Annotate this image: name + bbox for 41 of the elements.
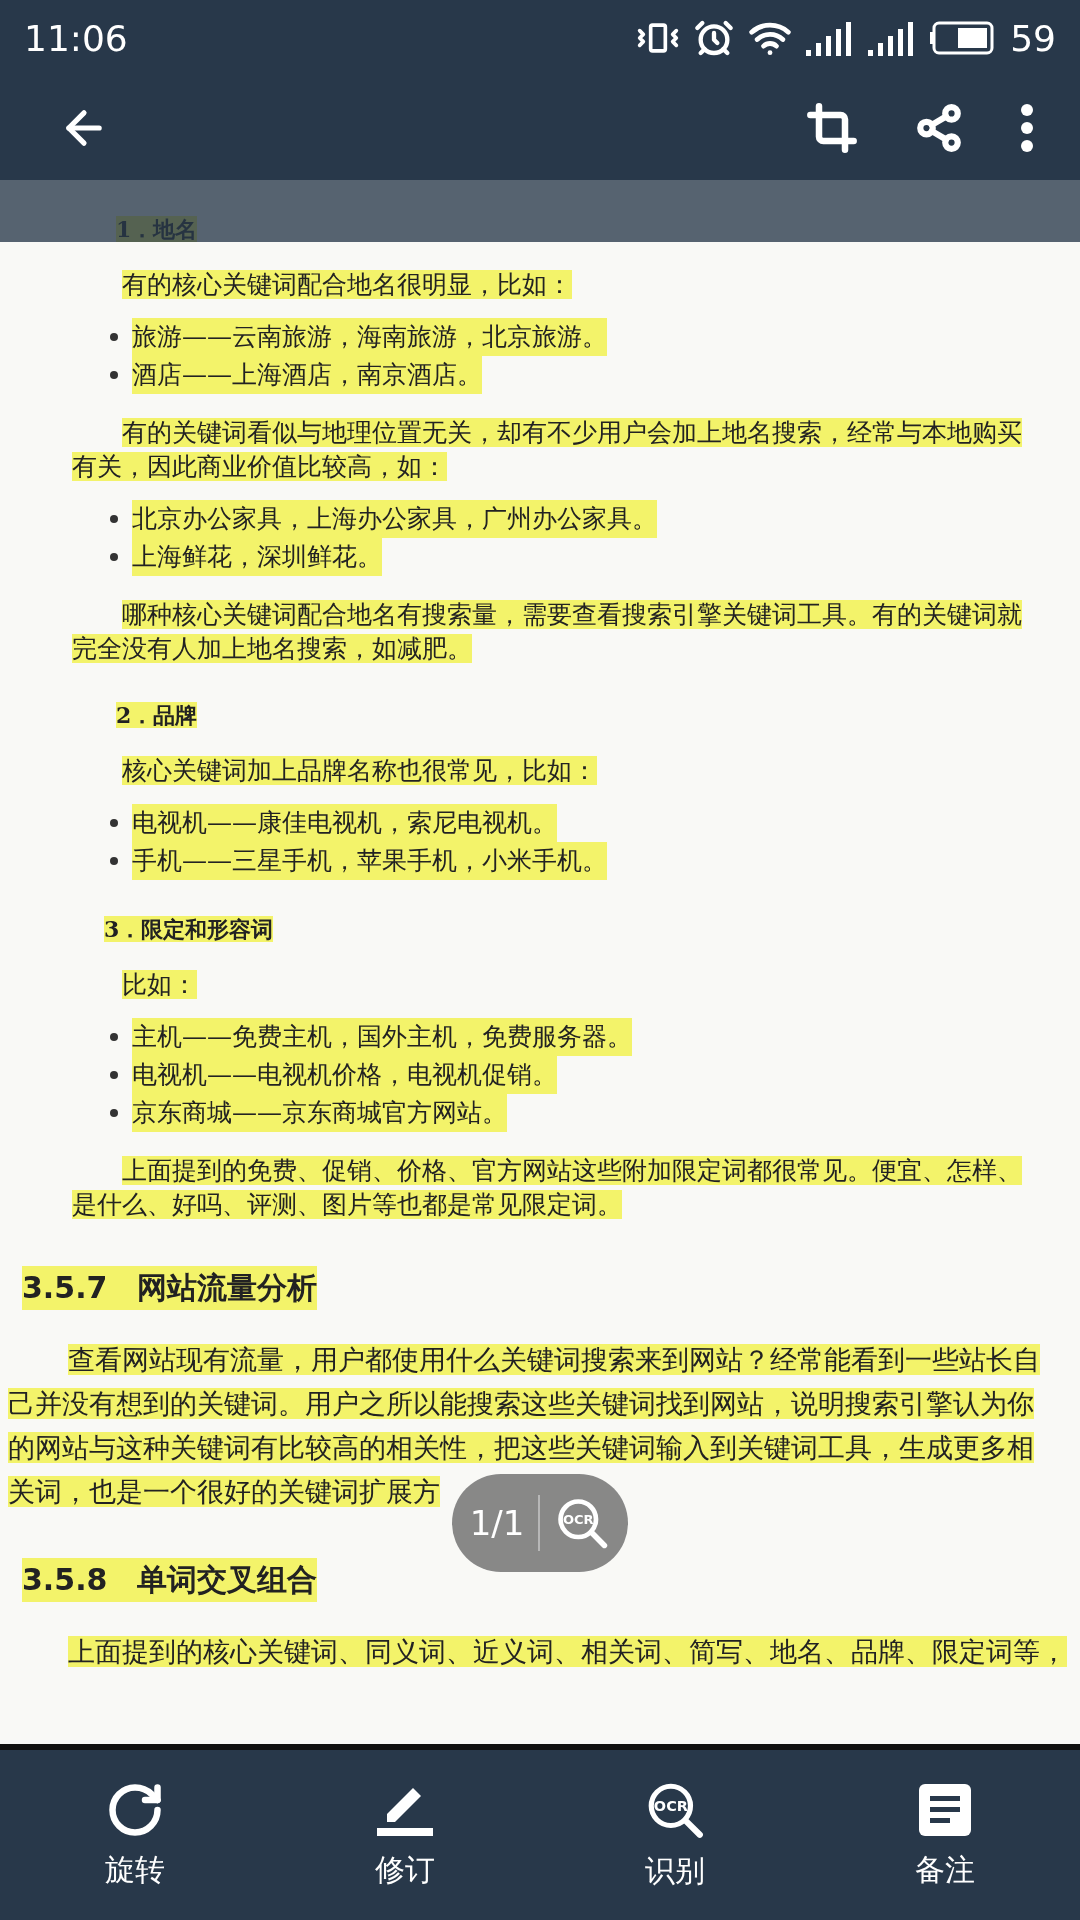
share-icon xyxy=(914,103,964,153)
list-item: 京东商城——京东商城官方网站。 xyxy=(132,1094,507,1132)
bullet-icon xyxy=(110,1033,118,1041)
more-icon xyxy=(1020,103,1034,153)
bullet-icon xyxy=(110,1109,118,1117)
paragraph: 比如： xyxy=(121,969,198,1001)
list-item: 电视机——电视机价格，电视机促销。 xyxy=(132,1056,557,1094)
toolbar-button[interactable]: 修订 xyxy=(270,1778,540,1892)
crop-icon xyxy=(806,102,858,154)
list-item: 酒店——上海酒店，南京酒店。 xyxy=(132,356,482,394)
status-time: 11:06 xyxy=(24,17,129,59)
battery-icon xyxy=(930,21,997,55)
section-heading: 3.5.8 单词交叉组合 xyxy=(22,1558,318,1602)
bullet-icon xyxy=(110,333,118,341)
bullet-icon xyxy=(110,819,118,827)
section-label: 3．限定和形容词 xyxy=(104,916,274,942)
list-item: 手机——三星手机，苹果手机，小米手机。 xyxy=(132,842,607,880)
paragraph: 上面提到的免费、促销、价格、官方网站这些附加限定词都很常见。便宜、怎样、 是什么、好吗、评测、图片等也都是常见限定词。 xyxy=(71,1155,1023,1221)
section-heading: 3.5.7 网站流量分析 xyxy=(22,1266,318,1310)
list-item: 旅游——云南旅游，海南旅游，北京旅游。 xyxy=(132,318,607,356)
paragraph: 上面提到的核心关键词、同义词、近义词、相关词、简写、地名、品牌、限定词等， xyxy=(67,1635,1068,1669)
list-item: 电视机——康佳电视机，索尼电视机。 xyxy=(132,804,557,842)
bullet-icon xyxy=(110,553,118,561)
paragraph: 核心关键词加上品牌名称也很常见，比如： xyxy=(121,755,598,787)
bullet-icon xyxy=(110,371,118,379)
section-label: 2．品牌 xyxy=(116,702,198,728)
paragraph: 有的关键词看似与地理位置无关，却有不少用户会加上地名搜索，经常与本地购买 有关，因此商业价值比较高，如： xyxy=(71,417,1023,483)
list-item: 北京办公家具，上海办公家具，广州办公家具。 xyxy=(132,500,657,538)
paragraph: 哪种核心关键词配合地名有搜索量，需要查看搜索引擎关键词工具。有的关键词就 完全没有人加上地名搜索，如减肥。 xyxy=(71,599,1023,665)
list-item: 上海鲜花，深圳鲜花。 xyxy=(132,538,382,576)
alarm-icon xyxy=(694,18,735,58)
bullet-icon xyxy=(110,1071,118,1079)
toolbar-button[interactable]: 备注 xyxy=(810,1778,1080,1892)
bullet-icon xyxy=(110,857,118,865)
list-item: 主机——免费主机，国外主机，免费服务器。 xyxy=(132,1018,632,1056)
toolbar-button[interactable]: OCR 识别 xyxy=(540,1777,810,1893)
paragraph: 查看网站现有流量，用户都使用什么关键词搜索来到网站？经常能看到一些站长自 己并没有想到的关键词。用户之所以能搜索这些关键词找到网站，说明搜索引擎认为你 的网站与这种关键词有比较高的相关性，把这些关键词输入到关键词工具，生成更多相 关词，也是一个很好的关键词扩展方 xyxy=(7,1343,1041,1509)
toolbar-button[interactable]: 旋转 xyxy=(0,1778,270,1892)
bullet-icon xyxy=(110,515,118,523)
battery-percent: 59 xyxy=(1010,17,1056,59)
paragraph: 有的核心关键词配合地名很明显，比如： xyxy=(121,269,573,301)
